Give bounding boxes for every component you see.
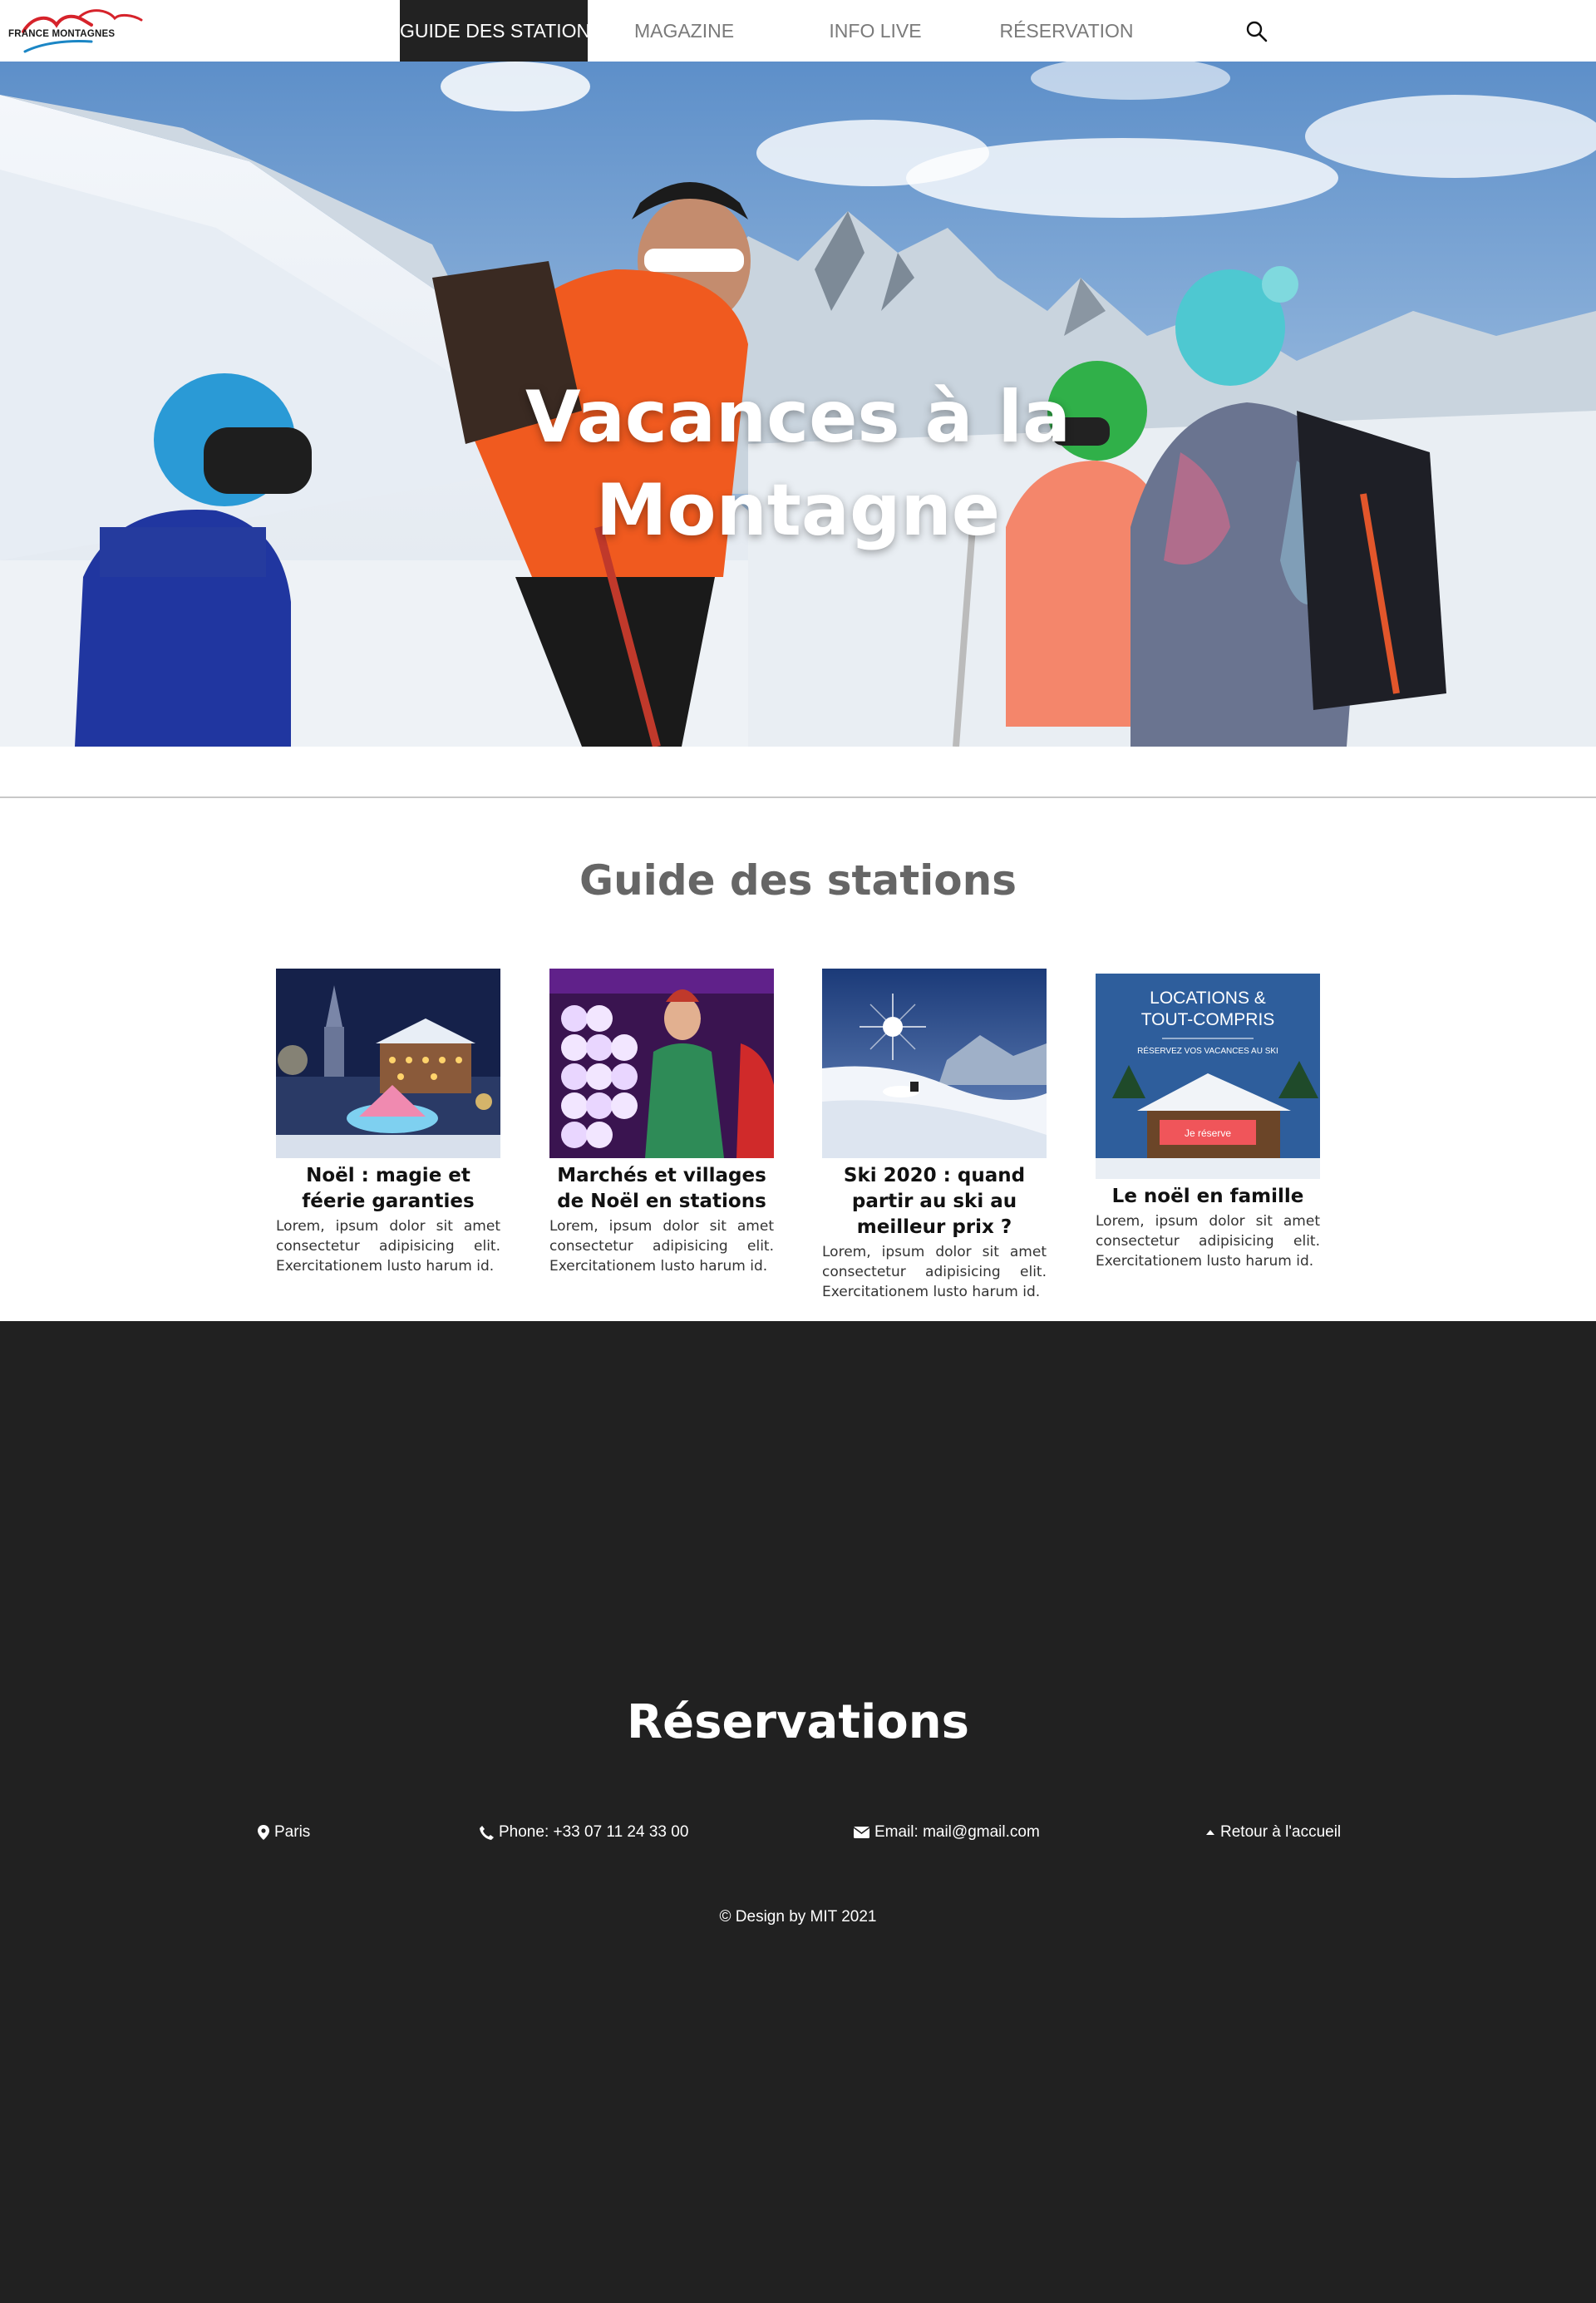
search-icon[interactable] <box>1245 20 1268 43</box>
nav-guide-des-stations[interactable]: GUIDE DES STATIONS <box>400 0 603 62</box>
footer-reservations: Réservations Paris Phone: +33 07 11 24 3… <box>0 1321 1596 2303</box>
article-excerpt: Lorem, ipsum dolor sit amet consectetur … <box>822 1244 1047 1300</box>
email-info[interactable]: Email: mail@gmail.com <box>854 1823 1040 1842</box>
article-card-noel-famille[interactable]: LOCATIONS & TOUT-COMPRIS RÉSERVEZ VOS VA… <box>1096 974 1320 1271</box>
banner-sub: RÉSERVEZ VOS VACANCES AU SKI <box>1137 1045 1278 1056</box>
nav-info-live[interactable]: INFO LIVE <box>781 0 969 62</box>
article-title[interactable]: Marchés et villages de Noël en stations <box>549 1163 774 1215</box>
banner-line-2: TOUT-COMPRIS <box>1141 1010 1275 1029</box>
article-card-ski-2020[interactable]: Ski 2020 : quand partir au ski au meille… <box>822 969 1047 1302</box>
location-text: Paris <box>274 1823 311 1841</box>
article-image-locations-tout-compris[interactable]: LOCATIONS & TOUT-COMPRIS RÉSERVEZ VOS VA… <box>1096 974 1320 1179</box>
section-divider <box>0 796 1596 798</box>
back-to-home-link[interactable]: Retour à l'accueil <box>1205 1823 1341 1842</box>
article-card-marches-noel[interactable]: Marchés et villages de Noël en stations … <box>549 969 774 1276</box>
map-marker-icon <box>258 1825 269 1840</box>
top-navigation: FRANCE MONTAGNES GUIDE DES STATIONS MAGA… <box>0 0 1596 62</box>
hero-banner: Vacances à la Montagne <box>0 62 1596 747</box>
phone-text[interactable]: Phone: +33 07 11 24 33 00 <box>499 1823 688 1842</box>
nav-reservation[interactable]: RÉSERVATION <box>973 0 1160 62</box>
article-excerpt: Lorem, ipsum dolor sit amet consectetur … <box>549 1218 774 1275</box>
hero-title-line-2: Montagne <box>595 469 1001 552</box>
email-text[interactable]: Email: mail@gmail.com <box>874 1823 1040 1842</box>
article-image-christmas-village[interactable] <box>276 969 500 1158</box>
hero-title: Vacances à la Montagne <box>466 371 1130 557</box>
location-info: Paris <box>258 1823 310 1842</box>
article-card-noel-magie[interactable]: Noël : magie et féerie garanties Lorem, … <box>276 969 500 1276</box>
caret-up-icon <box>1206 1830 1214 1835</box>
phone-icon <box>480 1825 494 1840</box>
logo-text: FRANCE MONTAGNES <box>8 29 116 39</box>
banner-line-1: LOCATIONS & <box>1150 989 1266 1008</box>
article-excerpt: Lorem, ipsum dolor sit amet consectetur … <box>1096 1213 1320 1270</box>
article-title[interactable]: Le noël en famille <box>1096 1184 1320 1210</box>
nav-magazine[interactable]: MAGAZINE <box>590 0 778 62</box>
article-title[interactable]: Noël : magie et féerie garanties <box>276 1163 500 1215</box>
guide-section-title: Guide des stations <box>579 856 1017 905</box>
copyright-text: © Design by MIT 2021 <box>719 1908 877 1926</box>
back-to-home-text[interactable]: Retour à l'accueil <box>1220 1823 1341 1842</box>
envelope-icon <box>854 1827 869 1838</box>
hero-title-line-1: Vacances à la <box>525 376 1071 459</box>
article-image-christmas-market[interactable] <box>549 969 774 1158</box>
article-excerpt: Lorem, ipsum dolor sit amet consectetur … <box>276 1218 500 1275</box>
reservations-title: Réservations <box>627 1695 969 1749</box>
france-montagnes-logo[interactable]: FRANCE MONTAGNES <box>8 7 150 57</box>
je-reserve-label: Je réserve <box>1185 1127 1231 1139</box>
phone-info[interactable]: Phone: +33 07 11 24 33 00 <box>480 1823 688 1842</box>
article-image-skier-powder[interactable] <box>822 969 1047 1158</box>
article-title[interactable]: Ski 2020 : quand partir au ski au meille… <box>822 1163 1047 1240</box>
